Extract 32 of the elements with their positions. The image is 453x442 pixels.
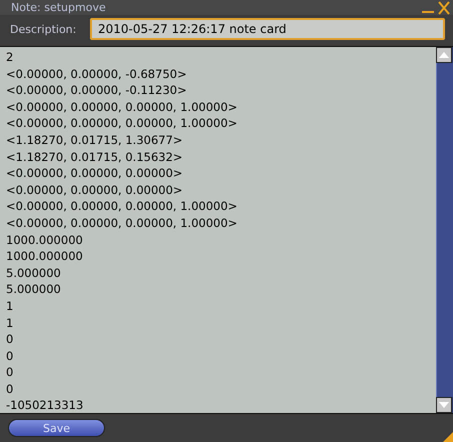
note-line: <0.00000, 0.00000, 0.00000, 1.00000> xyxy=(6,198,238,215)
description-label: Description: xyxy=(10,22,78,36)
note-line: 1000.000000 xyxy=(6,248,84,265)
note-line: 0 xyxy=(6,364,14,381)
note-line: 1 xyxy=(6,314,14,332)
description-field[interactable]: 2010-05-27 12:26:17 note card xyxy=(90,18,445,40)
note-line: <0.00000, 0.00000, 0.00000> xyxy=(6,182,184,198)
scrollbar-thumb[interactable] xyxy=(436,63,453,397)
note-line: -1050213313 xyxy=(6,397,84,413)
note-line: 0 xyxy=(6,348,14,364)
close-icon[interactable] xyxy=(437,0,451,14)
note-line: 5.000000 xyxy=(6,281,62,298)
note-line: <0.00000, 0.00000, 0.00000, 1.00000> xyxy=(6,98,238,116)
note-line: <0.00000, 0.00000, 0.00000> xyxy=(6,165,184,182)
note-line: 1000.000000 xyxy=(6,232,84,248)
note-line: <0.00000, 0.00000, 0.00000, 1.00000> xyxy=(6,214,238,232)
note-line: 0 xyxy=(6,380,14,398)
scroll-down-icon[interactable] xyxy=(436,397,452,413)
note-line: <1.18270, 0.01715, 1.30677> xyxy=(6,132,184,149)
note-line: <0.00000, 0.00000, -0.11230> xyxy=(6,82,188,99)
note-line: 5.000000 xyxy=(6,264,62,282)
note-line: <0.00000, 0.00000, 0.00000, 1.00000> xyxy=(6,115,238,132)
note-line: 0 xyxy=(6,331,14,348)
resize-grip-icon[interactable] xyxy=(443,432,453,442)
save-button[interactable]: Save xyxy=(8,419,105,437)
note-line: 1 xyxy=(6,298,14,314)
note-text-area[interactable] xyxy=(0,47,436,413)
note-line: <1.18270, 0.01715, 0.15632> xyxy=(6,148,184,166)
window-title: Note: setupmove xyxy=(11,1,106,14)
note-line: <0.00000, 0.00000, -0.68750> xyxy=(6,66,188,82)
note-line: 2 xyxy=(6,49,14,66)
scroll-up-icon[interactable] xyxy=(436,47,452,63)
